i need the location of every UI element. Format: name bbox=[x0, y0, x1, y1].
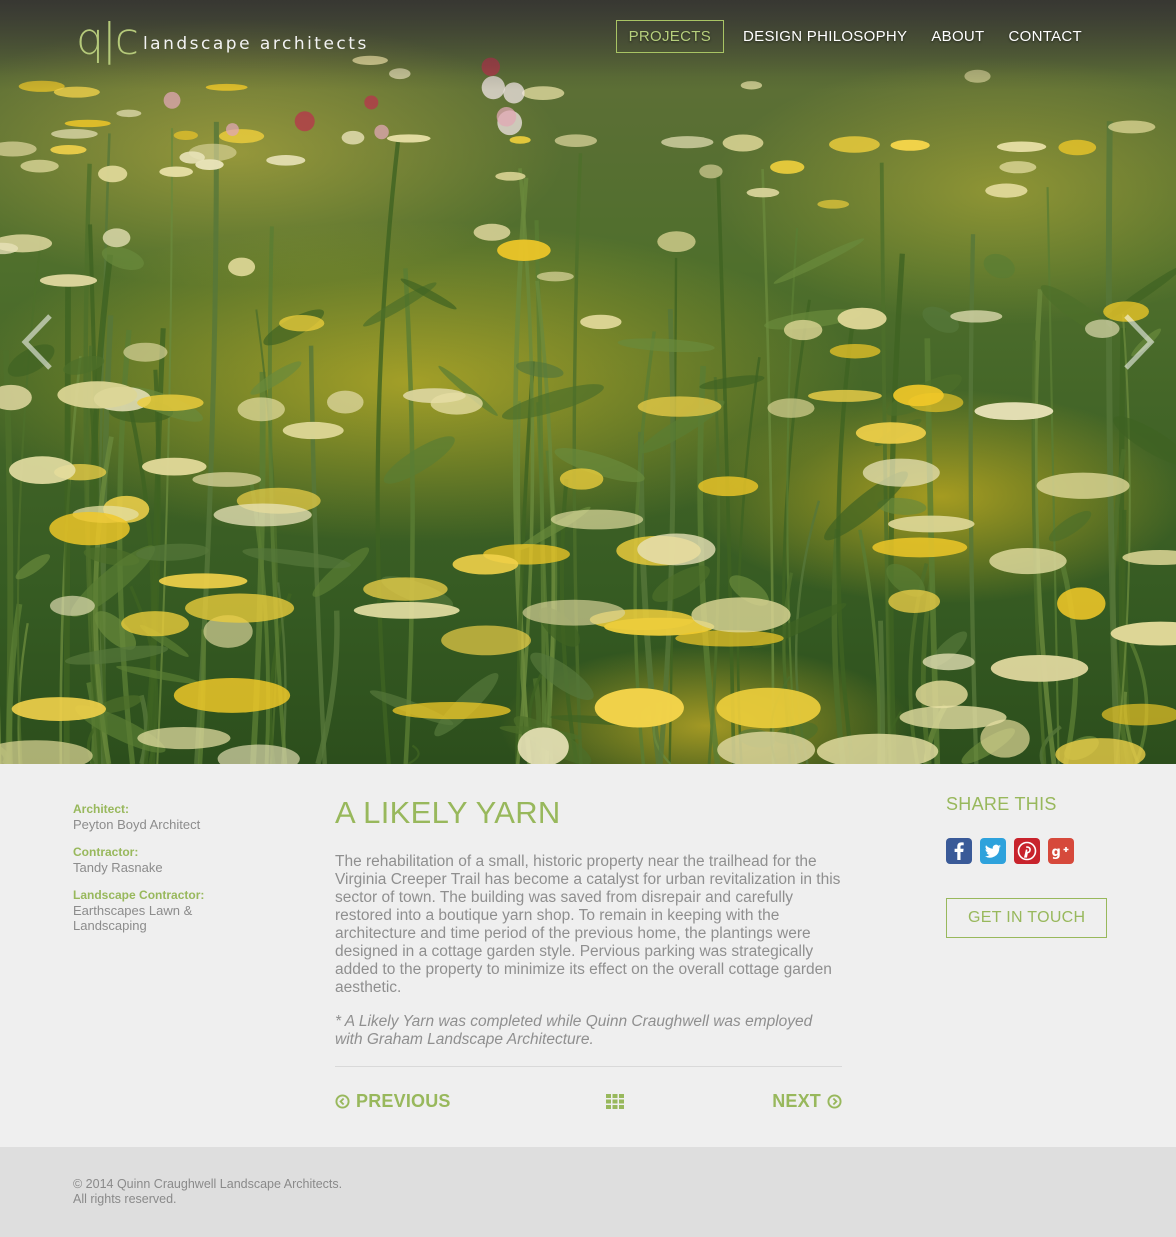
copyright-line: © 2014 Quinn Craughwell Landscape Archit… bbox=[73, 1177, 343, 1191]
hero-image: q|c landscape architects PROJECTS DESIGN… bbox=[0, 0, 1176, 764]
copyright: © 2014 Quinn Craughwell Landscape Archit… bbox=[73, 1177, 342, 1207]
project-article: A LIKELY YARN The rehabilitation of a sm… bbox=[335, 794, 842, 1131]
main-nav: PROJECTS DESIGN PHILOSOPHY ABOUT CONTACT bbox=[615, 20, 1094, 53]
project-title: A LIKELY YARN bbox=[335, 795, 561, 830]
next-label: NEXT bbox=[772, 1091, 821, 1111]
chevron-right-icon[interactable] bbox=[1122, 312, 1156, 372]
credit-value: Earthscapes Lawn & Landscaping bbox=[73, 903, 193, 933]
project-credits: Architect: Peyton Boyd Architect Contrac… bbox=[73, 802, 273, 946]
nav-projects[interactable]: PROJECTS bbox=[615, 20, 725, 53]
project-content: Architect: Peyton Boyd Architect Contrac… bbox=[0, 764, 1176, 1147]
site-footer: © 2014 Quinn Craughwell Landscape Archit… bbox=[0, 1147, 1176, 1237]
project-pager: PREVIOUS NEXT bbox=[335, 1091, 842, 1131]
project-description: The rehabilitation of a small, historic … bbox=[335, 853, 841, 996]
nav-contact[interactable]: CONTACT bbox=[997, 21, 1094, 52]
logo-text: landscape architects bbox=[142, 34, 369, 54]
project-note: * A Likely Yarn was completed while Quin… bbox=[335, 1013, 813, 1048]
chevron-left-icon[interactable] bbox=[20, 312, 54, 372]
next-button[interactable]: NEXT bbox=[772, 1091, 842, 1112]
grid-icon[interactable] bbox=[606, 1094, 624, 1109]
divider bbox=[335, 1066, 842, 1067]
flower-field-illustration bbox=[0, 55, 1176, 764]
credit-label: Architect: bbox=[73, 802, 130, 816]
credit-landscape-contractor: Landscape Contractor: Earthscapes Lawn &… bbox=[73, 888, 223, 933]
get-in-touch-button[interactable]: GET IN TOUCH bbox=[946, 898, 1108, 938]
previous-label: PREVIOUS bbox=[356, 1091, 451, 1111]
google-plus-icon[interactable]: g bbox=[1048, 838, 1074, 864]
credit-value: Tandy Rasnake bbox=[73, 860, 163, 875]
grid-glyph bbox=[606, 1094, 624, 1109]
circle-arrow-left-icon bbox=[335, 1094, 350, 1109]
credit-label: Contractor: bbox=[73, 845, 139, 859]
share-title: SHARE THIS bbox=[946, 794, 1057, 814]
rights-line: All rights reserved. bbox=[73, 1192, 177, 1206]
facebook-icon[interactable] bbox=[946, 838, 972, 864]
credit-value: Peyton Boyd Architect bbox=[73, 817, 201, 832]
svg-text:g: g bbox=[1052, 845, 1061, 860]
site-logo[interactable]: q|c landscape architects bbox=[76, 18, 369, 62]
credit-architect: Architect: Peyton Boyd Architect bbox=[73, 802, 273, 832]
nav-design-philosophy[interactable]: DESIGN PHILOSOPHY bbox=[731, 21, 919, 52]
credit-contractor: Contractor: Tandy Rasnake bbox=[73, 845, 273, 875]
nav-about[interactable]: ABOUT bbox=[919, 21, 996, 52]
previous-button[interactable]: PREVIOUS bbox=[335, 1091, 451, 1112]
twitter-icon[interactable] bbox=[980, 838, 1006, 864]
circle-arrow-right-icon bbox=[827, 1094, 842, 1109]
social-buttons: g bbox=[946, 838, 1126, 864]
logo-mark: q|c bbox=[76, 14, 139, 65]
share-panel: SHARE THIS g GET IN TOUCH bbox=[946, 794, 1126, 938]
credit-label: Landscape Contractor: bbox=[73, 888, 205, 902]
pinterest-icon[interactable] bbox=[1014, 838, 1040, 864]
